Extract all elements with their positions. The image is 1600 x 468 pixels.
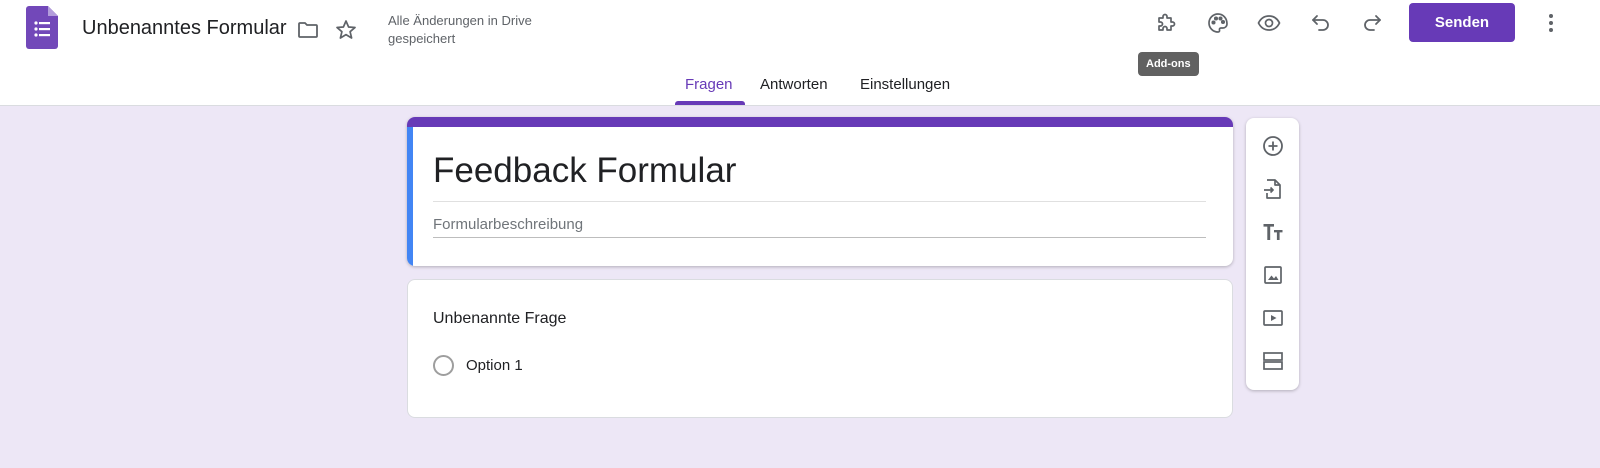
undo-icon[interactable] — [1303, 5, 1339, 41]
radio-button[interactable] — [433, 355, 454, 376]
question-card[interactable]: Unbenannte Frage Option 1 — [407, 279, 1233, 418]
form-title-card: Feedback Formular Formularbeschreibung — [407, 117, 1233, 266]
card-accent-bar — [407, 117, 1233, 127]
palette-icon[interactable] — [1200, 5, 1236, 41]
active-tab-indicator — [675, 101, 745, 105]
tab-einstellungen[interactable]: Einstellungen — [860, 76, 950, 93]
tab-fragen[interactable]: Fragen — [685, 76, 733, 93]
text-format-icon[interactable] — [1254, 213, 1291, 250]
puzzle-icon[interactable] — [1148, 5, 1184, 41]
card-selection-bar — [407, 127, 413, 266]
question-title[interactable]: Unbenannte Frage — [433, 310, 566, 328]
send-button[interactable]: Senden — [1409, 3, 1515, 42]
add-circle-icon[interactable] — [1254, 127, 1291, 164]
image-icon[interactable] — [1254, 256, 1291, 293]
section-icon[interactable] — [1254, 342, 1291, 379]
document-title[interactable]: Unbenanntes Formular — [82, 17, 287, 40]
form-title-input[interactable]: Feedback Formular — [433, 151, 736, 191]
star-icon[interactable] — [328, 12, 364, 48]
save-status-text: Alle Änderungen in Drive gespeichert — [388, 13, 532, 46]
floating-toolbar — [1246, 118, 1299, 390]
forms-logo-icon[interactable] — [26, 6, 58, 49]
description-underline — [433, 237, 1206, 238]
addons-tooltip: Add-ons — [1138, 52, 1199, 76]
option-label[interactable]: Option 1 — [466, 357, 523, 374]
video-icon[interactable] — [1254, 299, 1291, 336]
top-header: Unbenanntes Formular Alle Änderungen in … — [0, 0, 1600, 106]
title-underline — [433, 201, 1206, 202]
more-vert-icon[interactable] — [1533, 5, 1569, 41]
tab-antworten[interactable]: Antworten — [760, 76, 828, 93]
redo-icon[interactable] — [1354, 5, 1390, 41]
form-description-input[interactable]: Formularbeschreibung — [433, 216, 583, 233]
folder-icon[interactable] — [290, 12, 326, 48]
import-icon[interactable] — [1254, 170, 1291, 207]
eye-icon[interactable] — [1251, 5, 1287, 41]
